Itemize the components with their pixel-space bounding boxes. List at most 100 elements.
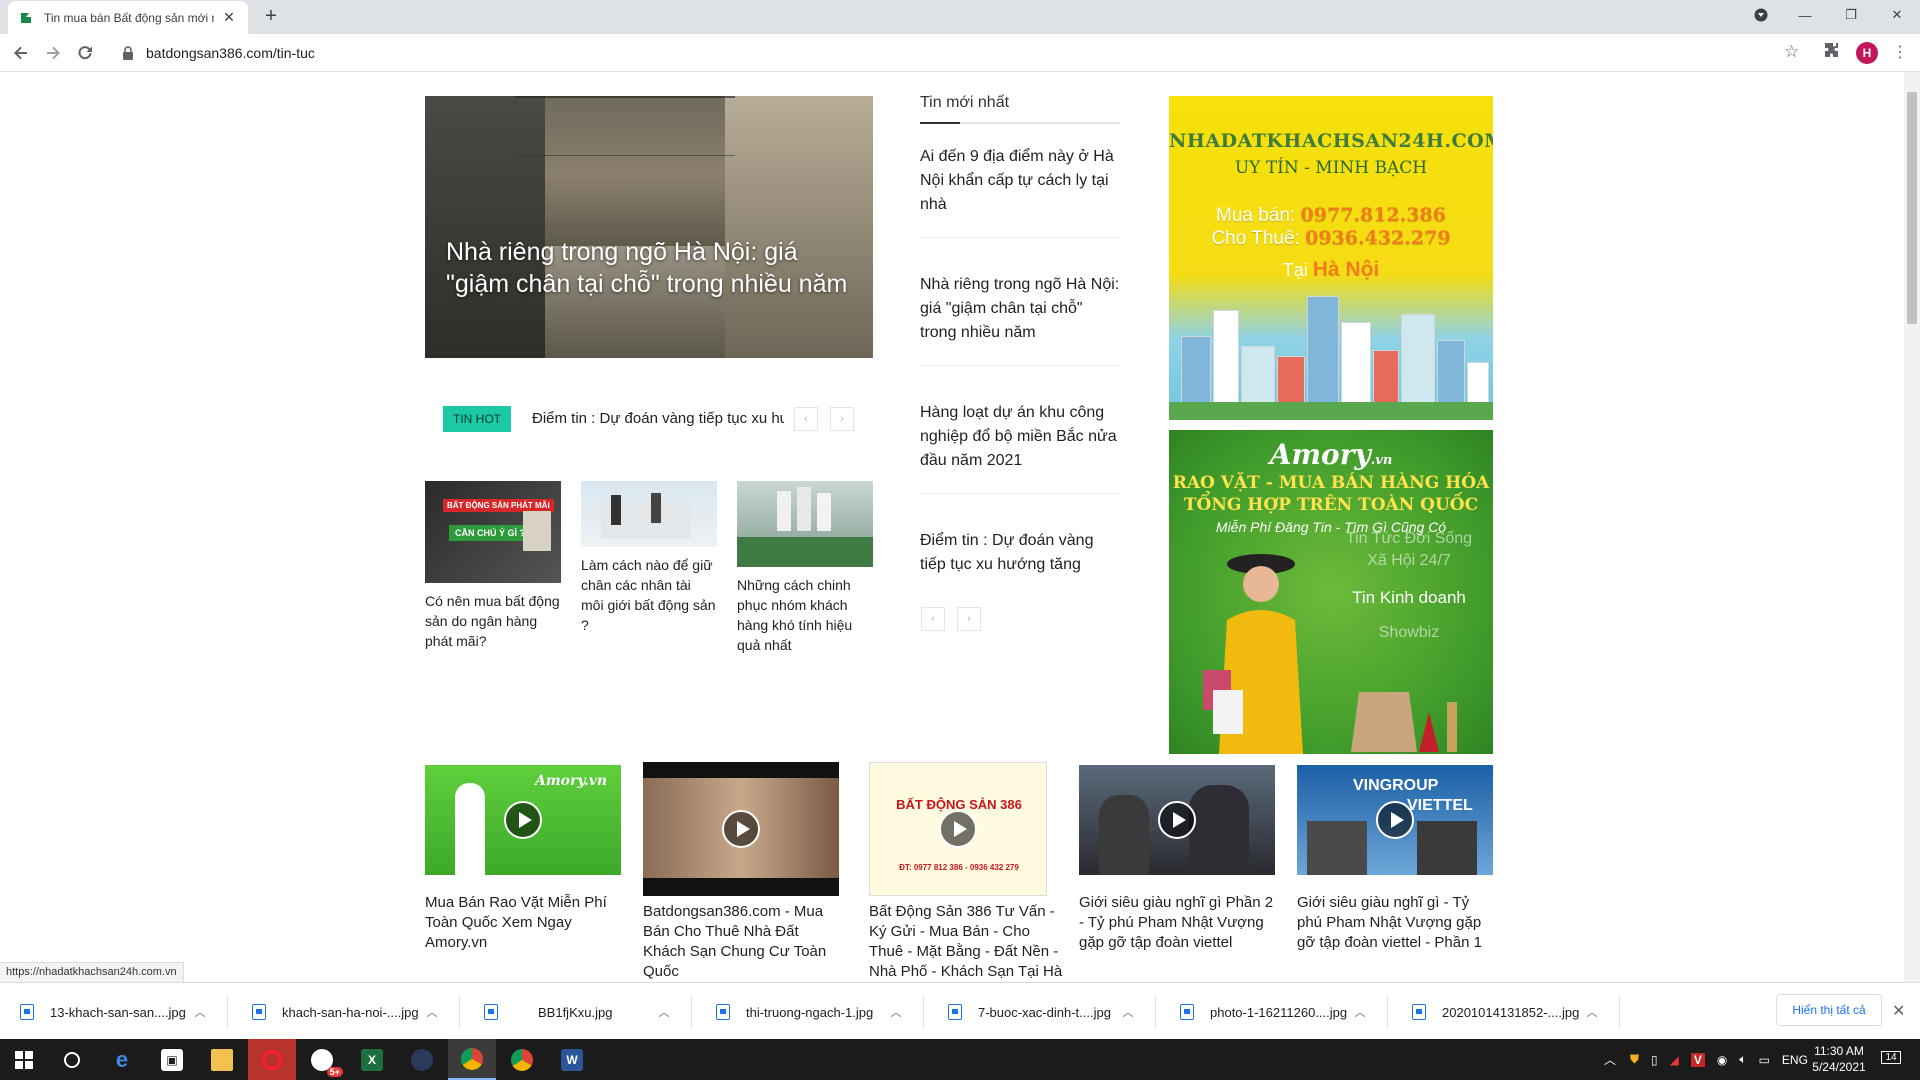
- video-title[interactable]: Mua Bán Rao Vặt Miễn Phí Toàn Quốc Xem N…: [425, 893, 621, 953]
- video-thumbnail[interactable]: [643, 762, 839, 896]
- store-bag-icon[interactable]: ▣: [148, 1039, 196, 1080]
- video-thumbnail[interactable]: Amory.vn: [425, 765, 621, 875]
- download-item[interactable]: khach-san-ha-noi-....jpg ︿: [232, 995, 460, 1029]
- media-icon[interactable]: [1738, 0, 1784, 30]
- image-file-icon: [1412, 1004, 1426, 1020]
- restore-button[interactable]: ❐: [1828, 0, 1874, 30]
- latest-news-item[interactable]: Nhà riêng trong ngõ Hà Nội: giá "giậm ch…: [920, 273, 1120, 345]
- antivirus-icon[interactable]: V: [1690, 1052, 1705, 1067]
- download-item[interactable]: 7-buoc-xac-dinh-t....jpg ︿: [928, 995, 1156, 1029]
- video-thumbnail[interactable]: BẤT ĐỘNG SẢN 386 ĐT: 0977 812 386 - 0936…: [869, 762, 1047, 896]
- play-icon[interactable]: [1376, 801, 1414, 839]
- article-thumbnail: BẤT ĐỘNG SẢN PHÁT MÃI CẦN CHÚ Ý GÌ ?: [425, 481, 561, 583]
- real-estate-banner-ad[interactable]: NHADATKHACHSAN24H.COM.VN UY TÍN - MINH B…: [1169, 96, 1493, 420]
- latest-news-item[interactable]: Hàng loạt dự án khu công nghiệp đổ bộ mi…: [920, 401, 1120, 473]
- article-card[interactable]: BẤT ĐỘNG SẢN PHÁT MÃI CẦN CHÚ Ý GÌ ? Có …: [425, 481, 561, 651]
- video-item[interactable]: Amory.vn Mua Bán Rao Vặt Miễn Phí Toàn Q…: [425, 765, 621, 953]
- search-circle-icon[interactable]: [48, 1039, 96, 1080]
- notifications-icon[interactable]: 14: [1880, 1049, 1902, 1069]
- video-title[interactable]: Bất Động Sản 386 Tư Vấn - Ký Gửi - Mua B…: [869, 902, 1065, 982]
- file-explorer-icon[interactable]: [198, 1039, 246, 1080]
- video-title[interactable]: Batdongsan386.com - Mua Bán Cho Thuê Nhà…: [643, 902, 839, 982]
- browser-menu-icon[interactable]: ⋮: [1892, 42, 1908, 62]
- browser-tabbar: Tin mua bán Bất động sản mới nhất ✕ + — …: [0, 0, 1920, 34]
- bookmark-star-icon[interactable]: ☆: [1784, 42, 1799, 62]
- windows-start-icon[interactable]: [0, 1039, 48, 1080]
- chevron-up-icon[interactable]: ︿: [190, 1004, 210, 1020]
- chevron-up-icon[interactable]: ︿: [422, 1004, 442, 1020]
- article-card[interactable]: Những cách chinh phục nhóm khách hàng kh…: [737, 481, 873, 655]
- article-title[interactable]: Những cách chinh phục nhóm khách hàng kh…: [737, 575, 873, 655]
- download-item[interactable]: photo-1-16211260....jpg ︿: [1160, 995, 1388, 1029]
- chrome-profile-icon[interactable]: [448, 1039, 496, 1080]
- video-item[interactable]: Batdongsan386.com - Mua Bán Cho Thuê Nhà…: [643, 762, 839, 982]
- show-all-downloads-button[interactable]: Hiển thị tất cả: [1776, 994, 1882, 1026]
- ticker-prev-button[interactable]: ‹: [794, 407, 818, 431]
- video-item[interactable]: Giới siêu giàu nghĩ gì Phần 2 - Tỷ phú P…: [1079, 765, 1275, 953]
- ad-site-name: NHADATKHACHSAN24H.COM.VN: [1169, 130, 1493, 152]
- volume-icon[interactable]: 🔈︎: [1739, 1052, 1746, 1067]
- amory-banner-ad[interactable]: Amory.vn RAO VẶT - MUA BÁN HÀNG HÓA TỔNG…: [1169, 430, 1493, 754]
- chevron-up-icon[interactable]: ︿: [654, 1004, 674, 1020]
- network-icon[interactable]: ▭: [1759, 1053, 1770, 1067]
- alert-icon[interactable]: ◢: [1670, 1053, 1679, 1067]
- vpn-shield-icon[interactable]: [398, 1039, 446, 1080]
- clock-date: 5/24/2021: [1812, 1060, 1866, 1074]
- download-item[interactable]: 20201014131852-....jpg ︿: [1392, 995, 1620, 1029]
- wifi-icon[interactable]: ◉: [1717, 1053, 1727, 1067]
- address-bar[interactable]: batdongsan386.com/tin-tuc: [110, 38, 1790, 68]
- close-downloads-icon[interactable]: ✕: [1892, 1001, 1905, 1021]
- article-title[interactable]: Làm cách nào để giữ chân các nhân tài mô…: [581, 555, 717, 635]
- tab-close-icon[interactable]: ✕: [220, 9, 238, 26]
- browser-tab[interactable]: Tin mua bán Bất động sản mới nhất ✕: [8, 1, 248, 34]
- close-window-button[interactable]: ✕: [1874, 0, 1920, 30]
- edge-browser-icon[interactable]: e: [98, 1039, 146, 1080]
- download-item[interactable]: thi-truong-ngach-1.jpg ︿: [696, 995, 924, 1029]
- play-icon[interactable]: [1158, 801, 1196, 839]
- opera-icon[interactable]: [248, 1039, 296, 1080]
- video-thumbnail[interactable]: [1079, 765, 1275, 875]
- download-filename: 13-khach-san-san....jpg: [50, 1004, 186, 1020]
- system-clock[interactable]: 11:30 AM 5/24/2021: [1804, 1043, 1874, 1075]
- scrollbar-thumb[interactable]: [1907, 92, 1917, 324]
- latest-news-item[interactable]: Ai đến 9 địa điểm này ở Hà Nội khẩn cấp …: [920, 145, 1120, 217]
- article-card[interactable]: Làm cách nào để giữ chân các nhân tài mô…: [581, 481, 717, 635]
- download-item[interactable]: BB1fjKxu.jpg ︿: [464, 995, 692, 1029]
- hero-title[interactable]: Nhà riêng trong ngõ Hà Nội: giá "giậm ch…: [446, 236, 856, 300]
- chrome-icon[interactable]: [498, 1039, 546, 1080]
- chevron-up-icon[interactable]: ︿: [886, 1004, 906, 1020]
- ticker-next-button[interactable]: ›: [830, 407, 854, 431]
- download-filename: thi-truong-ngach-1.jpg: [746, 1004, 874, 1020]
- chat-app-icon[interactable]: 5+: [298, 1039, 346, 1080]
- word-icon[interactable]: W: [548, 1039, 596, 1080]
- ticker-headline[interactable]: Điểm tin : Dự đoán vàng tiếp tục xu hướn…: [532, 406, 784, 432]
- usb-icon[interactable]: ▯: [1651, 1053, 1658, 1067]
- chevron-up-icon[interactable]: ︿: [1350, 1004, 1370, 1020]
- latest-news-item[interactable]: Điểm tin : Dự đoán vàng tiếp tục xu hướn…: [920, 529, 1120, 577]
- hero-article[interactable]: Nhà riêng trong ngõ Hà Nội: giá "giậm ch…: [425, 96, 873, 358]
- minimize-button[interactable]: —: [1782, 0, 1828, 30]
- latest-news-next-button[interactable]: ›: [957, 607, 981, 631]
- excel-icon[interactable]: X: [348, 1039, 396, 1080]
- play-icon[interactable]: [504, 801, 542, 839]
- extensions-puzzle-icon[interactable]: [1824, 42, 1840, 63]
- video-item[interactable]: VINGROUP VIETTEL Giới siêu giàu nghĩ gì …: [1297, 765, 1493, 953]
- forward-arrow-icon[interactable]: [42, 42, 64, 64]
- chevron-up-icon[interactable]: ︿: [1118, 1004, 1138, 1020]
- video-item[interactable]: BẤT ĐỘNG SẢN 386 ĐT: 0977 812 386 - 0936…: [869, 762, 1065, 982]
- chevron-up-icon[interactable]: ︿: [1582, 1004, 1602, 1020]
- video-title[interactable]: Giới siêu giàu nghĩ gì - Tỷ phú Pham Nhậ…: [1297, 893, 1493, 953]
- play-icon[interactable]: [722, 810, 760, 848]
- new-tab-button[interactable]: +: [260, 6, 282, 28]
- download-item[interactable]: 13-khach-san-san....jpg ︿: [0, 995, 228, 1029]
- play-icon[interactable]: [939, 810, 977, 848]
- article-title[interactable]: Có nên mua bất động sản do ngân hàng phá…: [425, 591, 561, 651]
- security-shield-icon[interactable]: ⛊: [1630, 1052, 1639, 1067]
- video-title[interactable]: Giới siêu giàu nghĩ gì Phần 2 - Tỷ phú P…: [1079, 893, 1275, 953]
- reload-icon[interactable]: [74, 42, 96, 64]
- video-thumbnail[interactable]: VINGROUP VIETTEL: [1297, 765, 1493, 875]
- chevron-up-icon[interactable]: ︿: [1604, 1051, 1616, 1068]
- latest-news-prev-button[interactable]: ‹: [921, 607, 945, 631]
- profile-avatar[interactable]: H: [1856, 42, 1878, 64]
- back-arrow-icon[interactable]: [10, 42, 32, 64]
